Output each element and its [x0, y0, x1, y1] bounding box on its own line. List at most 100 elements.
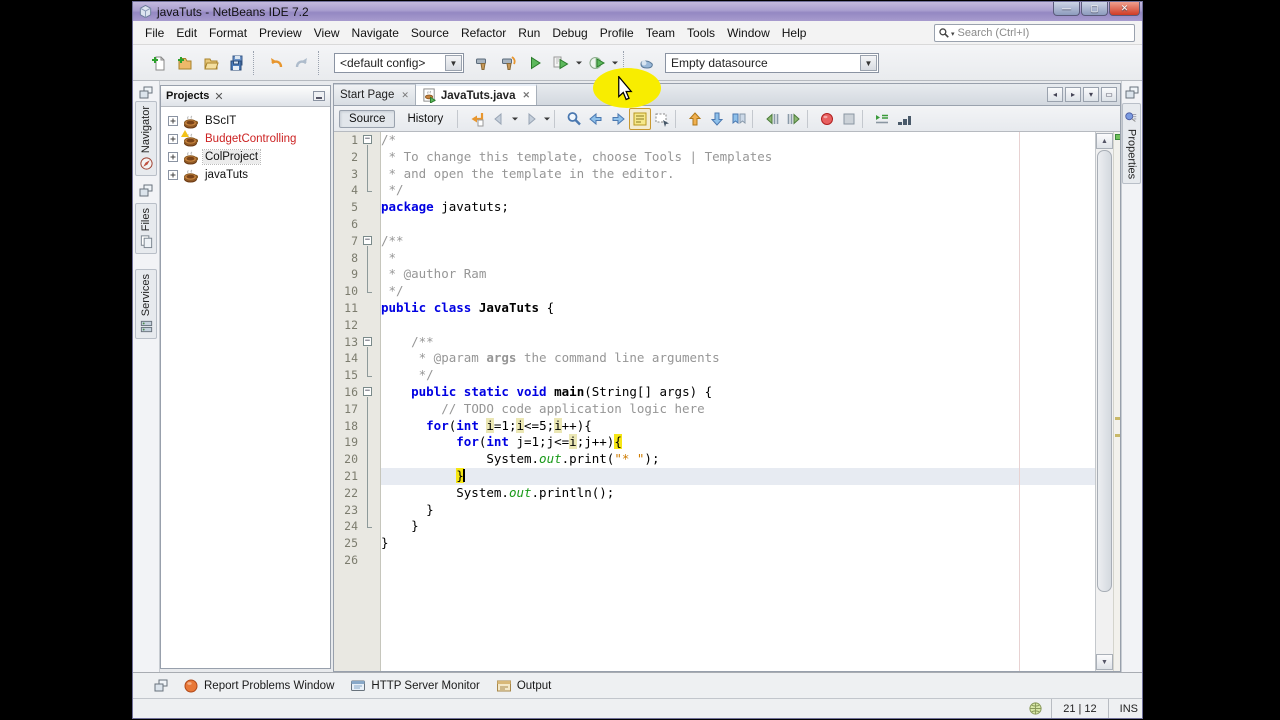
run-button[interactable]: [522, 50, 548, 76]
build-button[interactable]: [470, 50, 496, 76]
code-line-16[interactable]: public static void main(String[] args) {: [381, 384, 1095, 401]
expand-icon[interactable]: [168, 115, 179, 127]
new-file-button[interactable]: [146, 50, 172, 76]
code-line-25[interactable]: }: [381, 535, 1095, 552]
code-line-15[interactable]: */: [381, 367, 1095, 384]
occurrence-mark[interactable]: [1115, 417, 1120, 420]
sidebar-tab-services[interactable]: Services: [135, 269, 157, 340]
fold-minus-icon[interactable]: −: [363, 336, 372, 346]
maximize-editor-icon[interactable]: ▭: [1101, 87, 1117, 102]
tab-javatuts-java[interactable]: JavaTuts.java ✕: [415, 84, 538, 105]
code-line-9[interactable]: * @author Ram: [381, 266, 1095, 283]
fold-minus-icon[interactable]: −: [363, 386, 372, 396]
menu-help[interactable]: Help: [776, 23, 813, 43]
code-area[interactable]: 1−2 3 4 5 6 7−8 9 10 11 12 13−14 15 16−17 18 19 20 21 22 2…: [334, 132, 1120, 671]
search-dropdown-icon[interactable]: ▾: [951, 30, 955, 38]
menu-profile[interactable]: Profile: [594, 23, 640, 43]
tab-list-dropdown-icon[interactable]: ▾: [1083, 87, 1099, 102]
projects-panel-header[interactable]: Projects ✕: [161, 86, 330, 107]
code-line-12[interactable]: [381, 317, 1095, 334]
open-project-button[interactable]: [198, 50, 224, 76]
code-line-13[interactable]: /**: [381, 334, 1095, 351]
project-bscit[interactable]: BScIT: [161, 112, 330, 130]
output-button[interactable]: Output: [496, 678, 551, 694]
code-line-22[interactable]: System.out.println();: [381, 485, 1095, 502]
new-project-button[interactable]: [172, 50, 198, 76]
dropdown-caret-icon[interactable]: [574, 51, 584, 75]
menu-file[interactable]: File: [139, 23, 170, 43]
code-line-26[interactable]: [381, 552, 1095, 569]
shift-left-button[interactable]: [761, 108, 783, 130]
next-bookmark-button[interactable]: [706, 108, 728, 130]
tab-start-page[interactable]: Start Page ✕: [334, 84, 416, 105]
code-line-2[interactable]: * To change this template, choose Tools …: [381, 149, 1095, 166]
sidebar-tab-files[interactable]: Files: [135, 203, 157, 255]
previous-occurrence-button[interactable]: [585, 108, 607, 130]
tab-close-icon[interactable]: ✕: [401, 90, 409, 101]
dock-window-icon[interactable]: [153, 678, 169, 694]
fold-toggle-icon[interactable]: −: [361, 132, 377, 149]
scroll-tabs-left-icon[interactable]: ◂: [1047, 87, 1063, 102]
expand-icon[interactable]: [168, 133, 179, 145]
next-occurrence-button[interactable]: [607, 108, 629, 130]
fold-toggle-icon[interactable]: −: [361, 384, 377, 401]
report-problems-window-button[interactable]: Report Problems Window: [183, 678, 334, 694]
menu-view[interactable]: View: [308, 23, 346, 43]
forward-button[interactable]: [520, 108, 542, 130]
minimize-button[interactable]: —: [1053, 2, 1080, 16]
code-line-23[interactable]: }: [381, 502, 1095, 519]
code-line-17[interactable]: // TODO code application logic here: [381, 401, 1095, 418]
code-line-19[interactable]: for(int j=1;j<=i;j++){: [381, 434, 1095, 451]
menu-debug[interactable]: Debug: [546, 23, 593, 43]
shift-right-button[interactable]: [783, 108, 805, 130]
code-line-20[interactable]: System.out.print("* ");: [381, 451, 1095, 468]
menu-refactor[interactable]: Refactor: [455, 23, 512, 43]
datasource-select[interactable]: Empty datasource ▼: [665, 52, 879, 73]
last-edit-button[interactable]: [466, 108, 488, 130]
dock-window-icon[interactable]: [1124, 85, 1140, 101]
menu-run[interactable]: Run: [512, 23, 546, 43]
code-line-21[interactable]: }: [381, 467, 1095, 485]
menu-edit[interactable]: Edit: [170, 23, 203, 43]
code-line-7[interactable]: /**: [381, 233, 1095, 250]
toggle-bookmark-button[interactable]: [728, 108, 750, 130]
find-button[interactable]: [563, 108, 585, 130]
comment-button[interactable]: [871, 108, 893, 130]
tab-close-icon[interactable]: ✕: [522, 90, 530, 101]
back-button[interactable]: [488, 108, 510, 130]
maximize-button[interactable]: ▢: [1081, 2, 1108, 16]
scroll-down-icon[interactable]: ▼: [1096, 654, 1113, 670]
rectangular-selection-button[interactable]: [651, 108, 673, 130]
project-budgetcontrolling[interactable]: BudgetControlling: [161, 130, 330, 148]
debug-button[interactable]: [548, 50, 574, 76]
code-line-24[interactable]: }: [381, 518, 1095, 535]
error-stripe[interactable]: [1113, 132, 1120, 671]
menu-preview[interactable]: Preview: [253, 23, 308, 43]
dock-window-icon[interactable]: [138, 183, 154, 199]
scroll-up-icon[interactable]: ▲: [1096, 133, 1113, 149]
http-server-monitor-button[interactable]: HTTP Server Monitor: [350, 678, 480, 694]
dock-window-icon[interactable]: [138, 85, 154, 101]
menu-source[interactable]: Source: [405, 23, 455, 43]
save-all-button[interactable]: [224, 50, 250, 76]
fold-minus-icon[interactable]: −: [363, 235, 372, 245]
breakpoint-button[interactable]: [816, 108, 838, 130]
fold-toggle-icon[interactable]: −: [361, 233, 377, 250]
code-line-4[interactable]: */: [381, 182, 1095, 199]
expand-icon[interactable]: [168, 151, 179, 163]
scrollbar-thumb[interactable]: [1097, 150, 1112, 592]
vertical-scrollbar[interactable]: ▲ ▼: [1095, 132, 1113, 671]
project-javatuts[interactable]: javaTuts: [161, 166, 330, 184]
expand-icon[interactable]: [168, 169, 179, 181]
uncomment-button[interactable]: [893, 108, 915, 130]
code-line-1[interactable]: /*: [381, 132, 1095, 149]
scroll-tabs-right-icon[interactable]: ▸: [1065, 87, 1081, 102]
project-colproject[interactable]: ColProject: [161, 148, 330, 166]
panel-close-icon[interactable]: ✕: [214, 90, 223, 103]
code-text[interactable]: /* * To change this template, choose Too…: [381, 132, 1095, 569]
code-line-11[interactable]: public class JavaTuts {: [381, 300, 1095, 317]
titlebar[interactable]: javaTuts - NetBeans IDE 7.2 — ▢ ✕: [133, 2, 1142, 21]
code-line-18[interactable]: for(int i=1;i<=5;i++){: [381, 417, 1095, 435]
occurrence-mark[interactable]: [1115, 434, 1120, 437]
history-view-button[interactable]: History: [397, 110, 453, 128]
